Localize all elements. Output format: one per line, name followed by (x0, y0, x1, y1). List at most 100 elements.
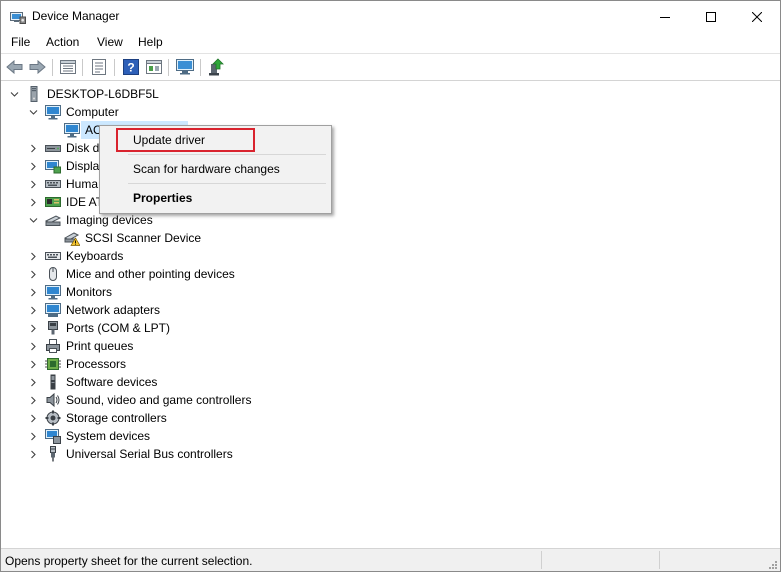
ide-controller-icon (45, 197, 61, 207)
toolbar-separator (52, 59, 53, 76)
update-driver-button[interactable] (206, 57, 226, 77)
tree-node-computer[interactable]: Computer (1, 103, 201, 121)
tree-node-mice[interactable]: Mice and other pointing devices (1, 265, 251, 283)
status-divider (541, 551, 542, 569)
status-bar: Opens property sheet for the current sel… (1, 548, 780, 571)
system-device-icon (45, 429, 61, 444)
window-title: Device Manager (32, 9, 120, 23)
collapse-chevron-icon[interactable] (28, 103, 38, 121)
tree-node-keyboards[interactable]: Keyboards (1, 247, 251, 265)
status-text: Opens property sheet for the current sel… (5, 554, 253, 568)
expand-chevron-icon[interactable] (28, 337, 38, 355)
device-manager-app-icon (10, 12, 26, 24)
menu-item-properties[interactable]: Properties (133, 191, 192, 205)
close-icon (752, 11, 762, 22)
tree-node-label: System devices (66, 429, 151, 443)
tree-node-label: Computer (66, 105, 119, 119)
expand-chevron-icon[interactable] (28, 409, 38, 427)
menu-bar: File Action View Help (1, 32, 780, 53)
toolbar-separator (114, 59, 115, 76)
resize-grip-icon[interactable] (767, 559, 778, 570)
tree-node-label: Keyboards (66, 249, 124, 263)
status-divider (659, 551, 660, 569)
expand-chevron-icon[interactable] (28, 373, 38, 391)
software-device-icon (50, 374, 56, 390)
tree-node-usb-controllers[interactable]: Universal Serial Bus controllers (1, 445, 261, 463)
toolbar: ? (1, 54, 780, 80)
menu-action[interactable]: Action (46, 35, 79, 49)
expand-chevron-icon[interactable] (28, 139, 38, 157)
computer-tower-icon (30, 86, 38, 102)
tree-node-processors[interactable]: Processors (1, 355, 251, 373)
svg-text:?: ? (127, 61, 134, 75)
maximize-button[interactable] (688, 1, 734, 32)
expand-chevron-icon[interactable] (28, 427, 38, 445)
tree-node-system-devices[interactable]: System devices (1, 427, 251, 445)
tree-node-label: IDE AT (66, 195, 104, 209)
expand-chevron-icon[interactable] (28, 193, 38, 211)
computer-icon (45, 105, 61, 120)
expand-chevron-icon[interactable] (28, 247, 38, 265)
tree-node-monitors[interactable]: Monitors (1, 283, 251, 301)
menu-view[interactable]: View (97, 35, 123, 49)
expand-chevron-icon[interactable] (28, 445, 38, 463)
tree-node-label: Mice and other pointing devices (66, 267, 235, 281)
context-menu-separator (128, 183, 326, 184)
expand-chevron-icon[interactable] (28, 301, 38, 319)
expand-chevron-icon[interactable] (28, 391, 38, 409)
expand-chevron-icon[interactable] (28, 355, 38, 373)
tree-node-label: Network adapters (66, 303, 161, 317)
back-button[interactable] (5, 57, 25, 77)
tree-node-print-queues[interactable]: Print queues (1, 337, 251, 355)
back-icon (6, 60, 23, 74)
tree-node-label: Sound, video and game controllers (66, 393, 252, 407)
expand-chevron-icon[interactable] (28, 283, 38, 301)
menu-file[interactable]: File (11, 35, 30, 49)
close-button[interactable] (734, 1, 780, 32)
tree-node-sound[interactable]: Sound, video and game controllers (1, 391, 261, 409)
port-icon (48, 321, 58, 335)
storage-controller-icon (45, 410, 61, 426)
tree-node-software-devices[interactable]: Software devices (1, 373, 251, 391)
collapse-chevron-icon[interactable] (9, 85, 19, 103)
tree-node-storage-controllers[interactable]: Storage controllers (1, 409, 251, 427)
context-menu-separator (128, 154, 326, 155)
toolbar-separator (200, 59, 201, 76)
expand-chevron-icon[interactable] (28, 319, 38, 337)
help-button[interactable]: ? (121, 57, 141, 77)
expand-chevron-icon[interactable] (28, 157, 38, 175)
monitor-icon (45, 285, 61, 300)
toolbar-separator (82, 59, 83, 76)
expand-chevron-icon[interactable] (28, 265, 38, 283)
expand-chevron-icon[interactable] (28, 175, 38, 193)
menu-item-scan-hardware[interactable]: Scan for hardware changes (133, 162, 280, 176)
tree-node-scsi-scanner[interactable]: SCSI Scanner Device (1, 229, 251, 247)
tree-node-label: Universal Serial Bus controllers (66, 447, 233, 461)
device-manager-window: Device Manager File Action View Help ? D… (0, 0, 781, 572)
menu-help[interactable]: Help (138, 35, 163, 49)
device-view-button[interactable] (58, 57, 78, 77)
tree-node-label: SCSI Scanner Device (85, 231, 202, 245)
tree-root[interactable]: DESKTOP-L6DBF5L (1, 85, 201, 103)
tree-node-network-adapters[interactable]: Network adapters (1, 301, 251, 319)
help-icon: ? (123, 59, 139, 75)
context-menu: Update driver Scan for hardware changes … (99, 125, 332, 214)
scan-hardware-button[interactable] (175, 57, 195, 77)
tree-node-ports[interactable]: Ports (COM & LPT) (1, 319, 251, 337)
minimize-button[interactable] (642, 1, 688, 32)
title-bar: Device Manager (1, 1, 780, 32)
show-hidden-button[interactable] (144, 57, 164, 77)
processor-icon (45, 358, 61, 370)
scan-hardware-icon (176, 59, 194, 75)
forward-button[interactable] (27, 57, 47, 77)
tree-node-label: Displa (66, 159, 100, 173)
properties-button[interactable] (89, 57, 109, 77)
disk-drive-icon (45, 145, 61, 152)
update-driver-highlight-box (116, 128, 255, 152)
update-driver-icon (209, 58, 224, 76)
collapse-chevron-icon[interactable] (28, 211, 38, 229)
maximize-icon (706, 11, 716, 22)
tree-node-label: Processors (66, 357, 127, 371)
tree-node-label: Disk d (66, 141, 100, 155)
keyboard-icon (45, 252, 61, 260)
